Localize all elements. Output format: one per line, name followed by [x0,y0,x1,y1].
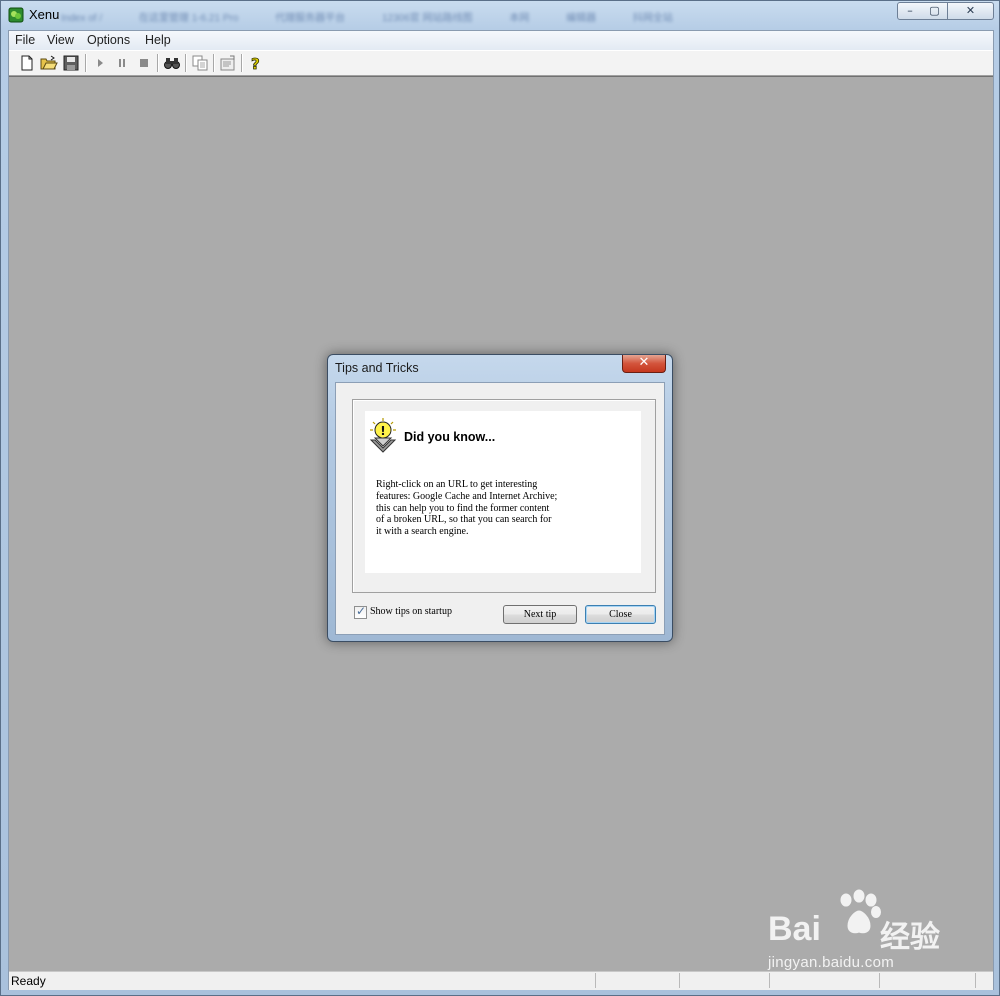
checkmark-icon: ✓ [356,604,367,618]
show-tips-label: Show tips on startup [370,606,452,617]
watermark-brand-cn: 经验 [880,920,940,955]
window-close-button[interactable]: ✕ [948,2,994,20]
dialog-close-button[interactable]: ✕ [622,355,666,373]
tip-panel: ! Did you know... Right-click on an URL … [365,411,641,573]
background-tab: 代理服务器平台 [275,13,346,24]
watermark-brand: Bai [768,910,821,948]
new-document-icon[interactable] [18,54,36,72]
tip-line: it with a search engine. [376,526,469,538]
background-browser-tabs: Index of / 在这里管理 1-6.21 Pro 代理服务器平台 1230… [61,9,781,25]
menu-file[interactable]: File [15,33,35,47]
next-tip-button[interactable]: Next tip [503,605,577,624]
binoculars-icon[interactable] [163,54,181,72]
tip-line: features: Google Cache and Internet Arch… [376,490,558,502]
background-tab: 12306官 网站路线图 [381,13,473,24]
toolbar: ? [9,50,993,76]
help-icon[interactable]: ? [247,54,265,72]
toolbar-separator [241,54,242,72]
toolbar-separator [85,54,86,72]
menu-view[interactable]: View [47,33,74,47]
background-tab: 在这里管理 1-6.21 Pro [138,13,239,24]
background-tab: Index of / [61,13,103,24]
show-tips-checkbox[interactable]: ✓ [354,604,367,619]
copy-icon[interactable] [191,54,209,72]
save-icon[interactable] [62,54,80,72]
svg-text:?: ? [251,55,260,72]
pause-icon[interactable] [113,54,131,72]
menu-help[interactable]: Help [145,33,171,47]
toolbar-separator [213,54,214,72]
menu-bar: File View Options Help [9,31,993,50]
stop-icon[interactable] [135,54,153,72]
baidu-watermark: Bai 经验 jingyan.baidu.com [764,888,954,978]
tip-line: of a broken URL, so that you can search … [376,514,552,526]
status-text: Ready [11,974,46,988]
dialog-title: Tips and Tricks [335,361,419,375]
tips-dialog: Tips and Tricks ✕ ! Did you know... Righ… [327,354,673,642]
toolbar-separator [157,54,158,72]
background-tab: 抖网全站 [632,13,673,24]
status-pane [975,973,976,988]
watermark-url: jingyan.baidu.com [768,954,895,971]
status-pane [595,973,596,988]
title-bar[interactable]: Xenu Index of / 在这里管理 1-6.21 Pro 代理服务器平台… [1,1,999,29]
properties-icon[interactable] [219,54,237,72]
maximize-button[interactable]: ▢ [922,2,948,20]
xenu-app-icon [8,7,24,23]
svg-text:!: ! [380,424,385,438]
tip-line: Right-click on an URL to get interesting [376,479,538,490]
lightbulb-icon: ! [369,418,397,453]
tip-frame: ! Did you know... Right-click on an URL … [352,399,656,593]
play-icon[interactable] [91,54,109,72]
tip-line: this can help you to find the former con… [376,502,550,514]
dialog-body: ! Did you know... Right-click on an URL … [335,382,665,635]
tip-text: Right-click on an URL to get interesting… [376,479,638,538]
window-title: Xenu [29,7,60,22]
close-button[interactable]: Close [585,605,656,624]
tip-heading: Did you know... [404,430,496,444]
status-pane [679,973,680,988]
minimize-button[interactable]: – [897,2,923,20]
open-folder-icon[interactable] [40,54,58,72]
menu-options[interactable]: Options [87,33,130,47]
background-tab: 本网 [509,13,530,24]
toolbar-separator [185,54,186,72]
background-tab: 编辑器 [566,13,597,24]
